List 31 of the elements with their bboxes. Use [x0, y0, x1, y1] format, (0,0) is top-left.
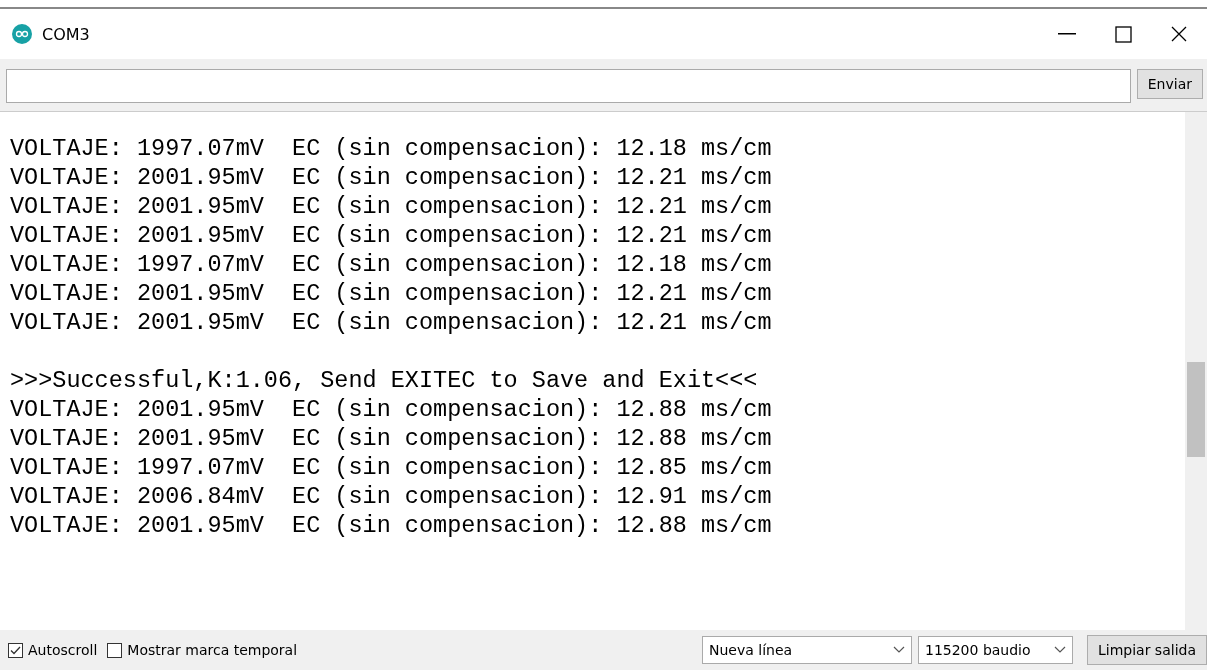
output-line: VOLTAJE: 2001.95mV EC (sin compensacion): 12.21 ms/cm: [10, 308, 773, 337]
chevron-down-icon: [1054, 646, 1066, 654]
line-ending-dropdown[interactable]: Nueva línea: [702, 636, 912, 664]
output-line: VOLTAJE: 2001.95mV EC (sin compensacion): 12.21 ms/cm: [10, 279, 773, 308]
checkbox[interactable]: [8, 642, 23, 658]
scrollbar-thumb[interactable]: [1187, 362, 1205, 457]
chevron-down-icon: [893, 646, 905, 654]
output-line: VOLTAJE: 1997.07mV EC (sin compensacion): 12.18 ms/cm: [10, 134, 773, 163]
output-line: VOLTAJE: 2001.95mV EC (sin compensacion): 12.21 ms/cm: [10, 221, 773, 250]
send-input-field[interactable]: [6, 69, 1131, 103]
output-line: VOLTAJE: 2001.95mV EC (sin compensacion): 12.21 ms/cm: [10, 192, 773, 221]
checkbox[interactable]: [107, 642, 123, 658]
close-icon: [1171, 26, 1187, 42]
window-title: COM3: [42, 24, 91, 44]
checkbox-label: Mostrar marca temporal: [127, 642, 298, 658]
clear-output-button[interactable]: Limpiar salida: [1087, 635, 1207, 665]
output-line: VOLTAJE: 2001.95mV EC (sin compensacion): 12.88 ms/cm: [10, 395, 773, 424]
output-line: VOLTAJE: 2006.84mV EC (sin compensacion): 12.91 ms/cm: [10, 482, 773, 511]
baud-rate-dropdown[interactable]: 115200 baudio: [918, 636, 1073, 664]
scrollbar[interactable]: [1185, 112, 1207, 630]
output-line: VOLTAJE: 2001.95mV EC (sin compensacion): 12.88 ms/cm: [10, 424, 773, 453]
send-button[interactable]: Enviar: [1136, 69, 1203, 99]
output-line: VOLTAJE: 1997.07mV EC (sin compensacion): 12.85 ms/cm: [10, 453, 773, 482]
maximize-icon: [1114, 25, 1132, 43]
app-logo-icon: [12, 24, 32, 44]
checkbox-label: Autoscroll: [28, 642, 98, 658]
minimize-icon: [1058, 33, 1076, 35]
output-line: >>>Successful,K:1.06, Send EXITEC to Save and Exit<<<: [10, 366, 759, 395]
output-line: VOLTAJE: 1997.07mV EC (sin compensacion): 12.18 ms/cm: [10, 250, 773, 279]
output-line: VOLTAJE: 2001.95mV EC (sin compensacion): 12.88 ms/cm: [10, 511, 773, 540]
output-line: VOLTAJE: 2001.95mV EC (sin compensacion): 12.21 ms/cm: [10, 163, 773, 192]
